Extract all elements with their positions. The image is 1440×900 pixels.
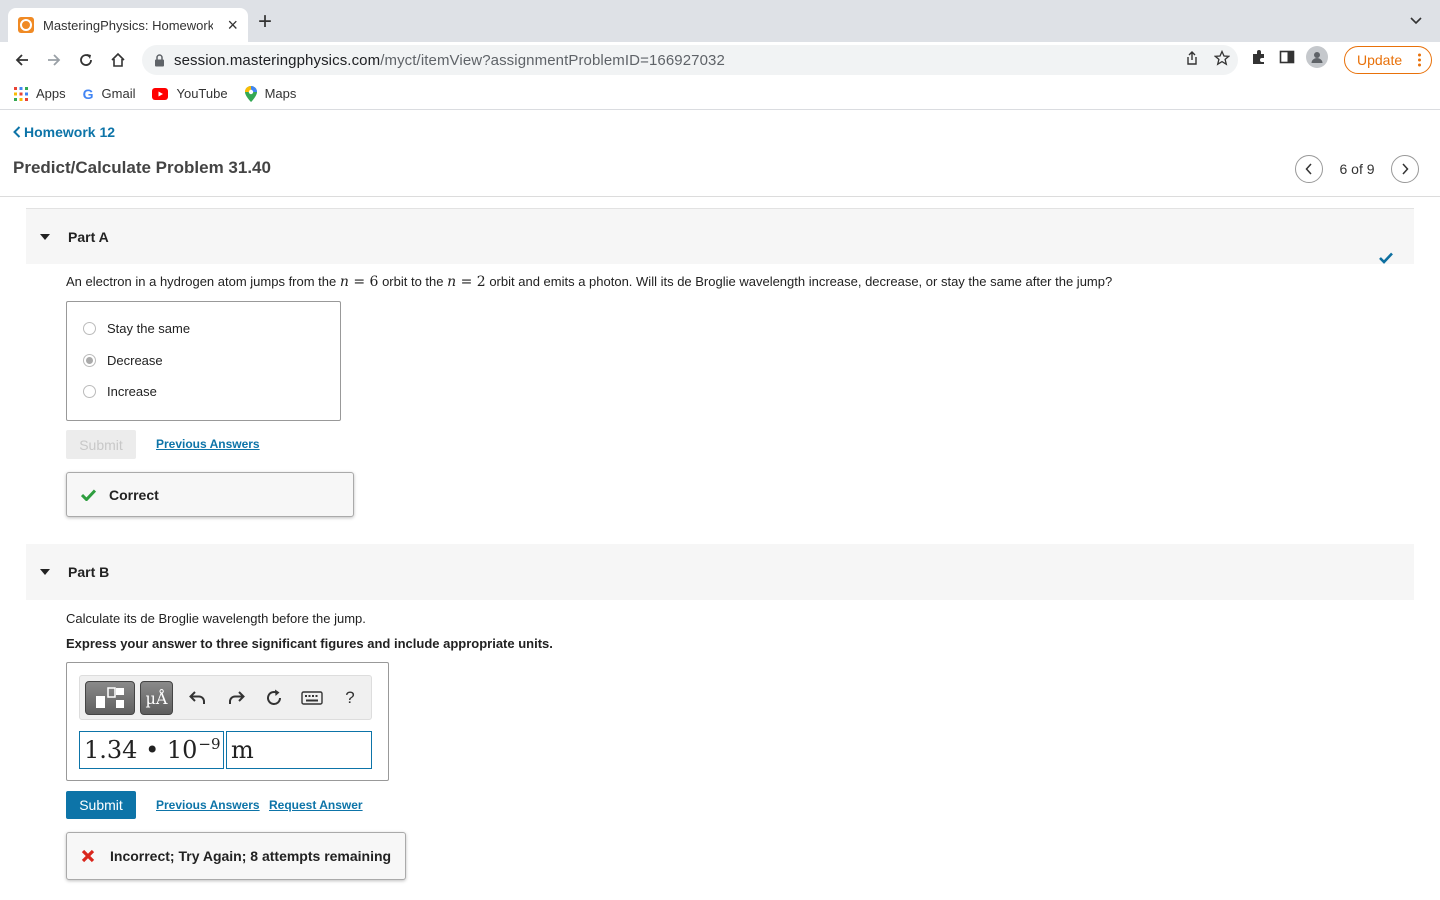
part-a-label: Part A: [68, 228, 109, 245]
help-button[interactable]: ?: [336, 681, 364, 715]
radio-button-selected[interactable]: [83, 354, 96, 367]
pager-count: 6 of 9: [1339, 161, 1375, 177]
reset-icon: [267, 689, 281, 705]
apps-grid-icon: [14, 86, 28, 101]
redo-button[interactable]: [222, 681, 250, 715]
part-a-previous-answers-link[interactable]: Previous Answers: [156, 437, 260, 451]
tab-search-chevron-icon[interactable]: [1410, 14, 1422, 26]
browser-toolbar: session.masteringphysics.com/myct/itemVi…: [0, 42, 1440, 78]
part-a-feedback: Correct: [66, 472, 354, 517]
home-icon[interactable]: [102, 44, 134, 76]
bookmark-gmail[interactable]: G Gmail: [83, 86, 136, 102]
keyboard-icon: [301, 691, 323, 705]
templates-button[interactable]: [85, 681, 135, 715]
value-input[interactable]: 1.34 • 10 −9: [79, 731, 224, 769]
part-b-submit-button[interactable]: Submit: [66, 791, 136, 819]
share-icon[interactable]: [1184, 50, 1200, 66]
url-text: session.masteringphysics.com/myct/itemVi…: [174, 51, 725, 69]
problem-pager: 6 of 9: [1295, 155, 1419, 183]
chevron-right-icon: [1402, 163, 1409, 175]
more-menu-icon: [1418, 53, 1421, 67]
part-b-previous-answers-link[interactable]: Previous Answers: [156, 798, 260, 812]
collapse-triangle-icon[interactable]: [40, 233, 50, 240]
browser-tab[interactable]: MasteringPhysics: Homework 12 ×: [8, 8, 248, 42]
profile-avatar-icon[interactable]: [1306, 46, 1328, 68]
reset-button[interactable]: [260, 681, 288, 715]
bookmark-star-icon[interactable]: [1214, 50, 1230, 66]
chevron-left-icon: [13, 126, 21, 138]
previous-problem-button[interactable]: [1295, 155, 1323, 183]
bookmark-youtube[interactable]: YouTube: [152, 86, 228, 101]
update-button[interactable]: Update: [1344, 46, 1432, 74]
bookmark-apps[interactable]: Apps: [14, 86, 66, 101]
part-b-instruction: Express your answer to three significant…: [66, 636, 553, 651]
address-bar[interactable]: session.masteringphysics.com/myct/itemVi…: [142, 45, 1238, 75]
undo-button[interactable]: [184, 681, 212, 715]
assignment-page: Homework 12 Predict/Calculate Problem 31…: [0, 111, 1440, 900]
lock-icon: [155, 53, 164, 66]
part-b-question: Calculate its de Broglie wavelength befo…: [66, 611, 366, 626]
back-arrow-icon[interactable]: [6, 44, 38, 76]
forward-arrow-icon[interactable]: [38, 44, 70, 76]
keyboard-button[interactable]: [298, 681, 326, 715]
correct-check-icon: [81, 488, 96, 501]
collapse-triangle-icon[interactable]: [40, 569, 50, 575]
choice-decrease[interactable]: Decrease: [83, 353, 163, 368]
extensions-puzzle-icon[interactable]: [1250, 48, 1268, 66]
side-panel-icon[interactable]: [1278, 48, 1296, 66]
part-a-question: An electron in a hydrogen atom jumps fro…: [66, 274, 1113, 290]
part-b-header[interactable]: Part B: [26, 544, 1414, 600]
request-answer-link[interactable]: Request Answer: [269, 798, 363, 812]
part-a-header[interactable]: Part A: [26, 208, 1414, 264]
update-label: Update: [1357, 52, 1403, 68]
part-b-feedback: Incorrect; Try Again; 8 attempts remaini…: [66, 832, 406, 880]
undo-icon: [189, 691, 205, 704]
answer-choices: Stay the same Decrease Increase: [66, 301, 341, 421]
bookmark-maps[interactable]: Maps: [244, 85, 296, 102]
maps-pin-icon: [244, 85, 257, 102]
radio-button[interactable]: [83, 385, 96, 398]
choice-increase[interactable]: Increase: [83, 384, 157, 399]
units-button[interactable]: µÅ: [140, 681, 173, 715]
reload-icon[interactable]: [70, 44, 102, 76]
radio-button[interactable]: [83, 322, 96, 335]
problem-title: Predict/Calculate Problem 31.40: [13, 158, 271, 177]
new-tab-icon[interactable]: +: [258, 10, 272, 34]
choice-stay-same[interactable]: Stay the same: [83, 321, 190, 336]
mastering-favicon-icon: [18, 17, 34, 33]
unit-input[interactable]: m: [226, 731, 372, 769]
tab-close-icon[interactable]: ×: [227, 16, 238, 34]
part-complete-check-icon: [1379, 252, 1393, 264]
incorrect-x-icon: [81, 849, 95, 863]
math-toolbar: µÅ ?: [79, 675, 372, 720]
templates-icon: [96, 687, 124, 708]
header-divider: [0, 196, 1440, 197]
youtube-icon: [152, 87, 169, 100]
chevron-left-icon: [1305, 163, 1312, 175]
next-problem-button[interactable]: [1391, 155, 1419, 183]
part-a-submit-button: Submit: [66, 430, 136, 459]
tab-title: MasteringPhysics: Homework 12: [43, 17, 213, 33]
back-to-homework-link[interactable]: Homework 12: [13, 124, 115, 140]
browser-tabstrip: MasteringPhysics: Homework 12 × +: [0, 0, 1440, 42]
redo-icon: [229, 691, 245, 704]
google-g-icon: G: [82, 85, 94, 102]
bookmarks-bar: Apps G Gmail YouTube Maps: [0, 78, 1440, 110]
part-b-label: Part B: [68, 564, 110, 580]
answer-box: µÅ ? 1.34 • 10 −9 m: [66, 662, 389, 781]
